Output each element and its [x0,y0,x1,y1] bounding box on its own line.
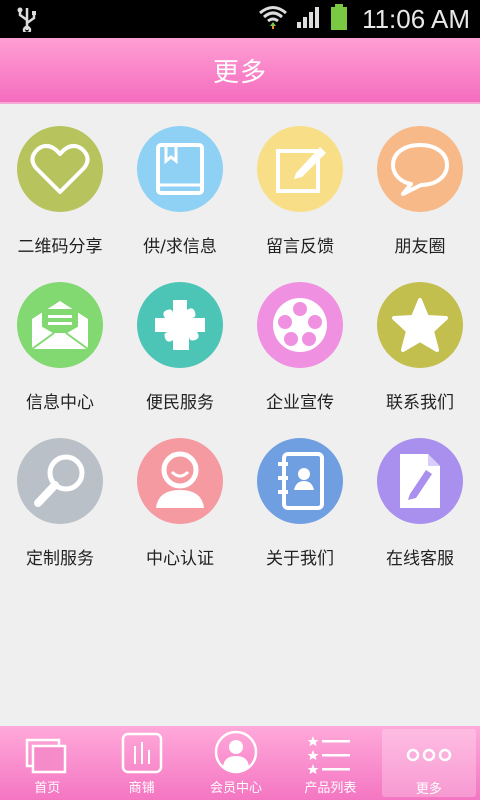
heart-icon [17,126,103,212]
tab-home[interactable]: 首页 [0,726,94,800]
title-bar: 更多 [0,38,480,104]
mail-icon [17,282,103,368]
tab-more[interactable]: 更多 [381,729,477,797]
tab-label: 产品列表 [304,781,357,796]
grid-item-moments[interactable]: 朋友圈 [360,104,480,260]
user-icon [137,438,223,524]
grid-item-about-us[interactable]: 关于我们 [240,416,360,572]
grid-item-label: 供/求信息 [143,237,217,257]
bottom-tab-bar: 首页 商铺 会员中心 产品列表 更多 [0,726,480,800]
battery-icon [330,3,348,35]
grid-item-label: 信息中心 [26,393,94,413]
magnifier-icon [17,438,103,524]
grid-item-supply-demand[interactable]: 供/求信息 [120,104,240,260]
tab-member-center[interactable]: 会员中心 [189,726,283,800]
document-edit-icon [377,438,463,524]
usb-icon [16,6,38,36]
tab-label: 首页 [34,781,61,796]
grid-item-convenience[interactable]: 便民服务 [120,260,240,416]
grid-item-qr-share[interactable]: 二维码分享 [0,104,120,260]
grid-item-certification[interactable]: 中心认证 [120,416,240,572]
star-icon [377,282,463,368]
grid-item-label: 在线客服 [386,549,454,569]
grid-item-label: 联系我们 [386,393,454,413]
contacts-icon [257,438,343,524]
grid-item-promotion[interactable]: 企业宣传 [240,260,360,416]
member-icon [214,726,258,774]
book-icon [137,126,223,212]
status-time: 11:06 AM [362,3,470,34]
signal-icon [296,5,322,33]
wifi-icon [258,4,288,34]
grid-item-label: 定制服务 [26,549,94,569]
grid-item-label: 朋友圈 [394,237,446,257]
speech-bubble-icon [377,126,463,212]
more-dots-icon [406,729,452,775]
page-title: 更多 [212,57,267,88]
puzzle-icon [137,282,223,368]
grid-item-custom-service[interactable]: 定制服务 [0,416,120,572]
grid-item-info-center[interactable]: 信息中心 [0,260,120,416]
grid-item-label: 关于我们 [266,549,334,569]
shop-icon [121,726,163,774]
grid-item-feedback[interactable]: 留言反馈 [240,104,360,260]
edit-icon [257,126,343,212]
tab-label: 商铺 [128,781,155,796]
tab-label: 会员中心 [210,781,263,796]
grid-item-label: 留言反馈 [266,237,334,257]
grid-item-label: 二维码分享 [17,237,103,257]
grid-item-contact[interactable]: 联系我们 [360,260,480,416]
status-bar: 11:06 AM [0,0,480,38]
windows-icon [25,726,69,774]
list-icon [308,726,352,774]
tab-shop[interactable]: 商铺 [94,726,188,800]
grid-item-label: 便民服务 [146,393,214,413]
grid-item-label: 企业宣传 [266,393,334,413]
tab-label: 更多 [415,782,442,797]
grid-item-online-service[interactable]: 在线客服 [360,416,480,572]
tab-product-list[interactable]: 产品列表 [283,726,377,800]
film-reel-icon [257,282,343,368]
grid-item-label: 中心认证 [146,549,214,569]
